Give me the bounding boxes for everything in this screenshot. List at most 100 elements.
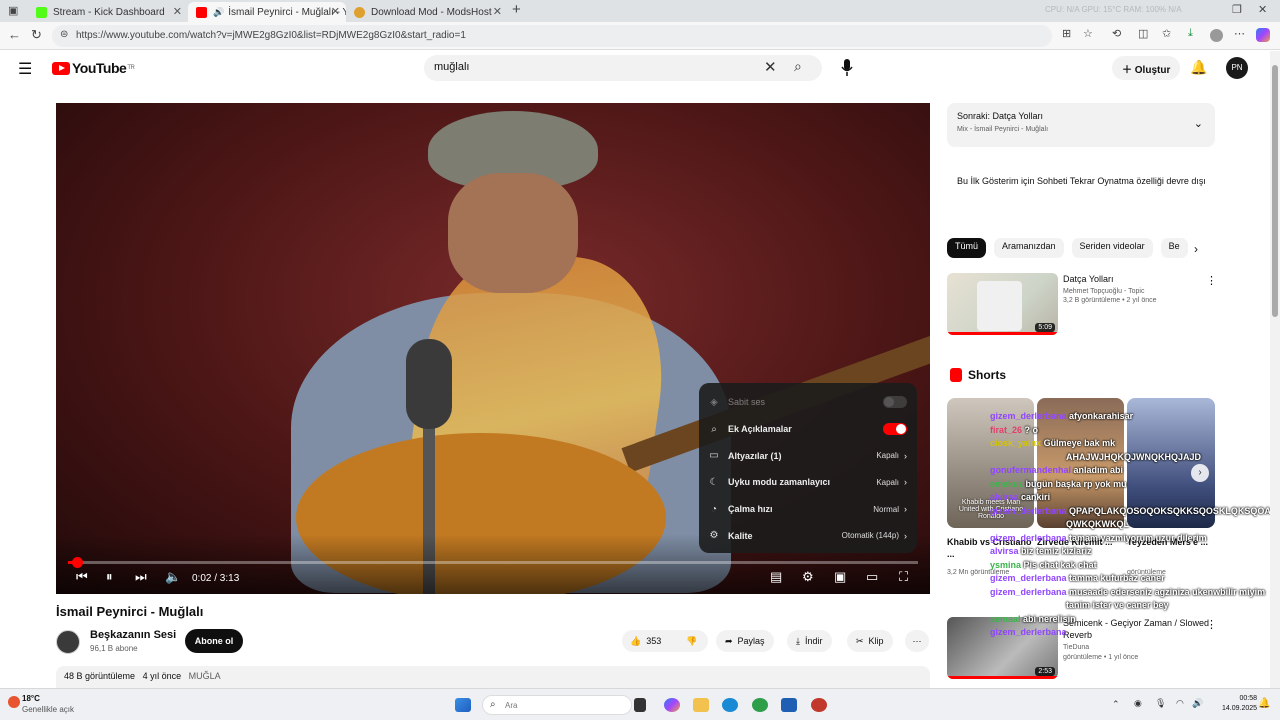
video-player[interactable]: ◈ Sabit ses ⌕ Ek Açıklamalar ▭ Altyazıla…: [56, 103, 930, 594]
window-menu-icon[interactable]: ▣: [8, 4, 18, 17]
tab-youtube[interactable]: 🔊 İsmail Peynirci - Muğlalı - Yo ✕: [188, 2, 346, 22]
task-view-icon[interactable]: [634, 698, 646, 712]
recommended-meta: görüntüleme • 1 yıl önce: [1063, 654, 1139, 661]
url-field[interactable]: ⊜ https://www.youtube.com/watch?v=jMWE2g…: [52, 25, 1052, 47]
favorite-star-icon[interactable]: ☆: [1083, 27, 1093, 40]
settings-gear-icon[interactable]: ⚙: [802, 569, 814, 585]
like-button[interactable]: 👍 353: [622, 630, 678, 652]
thumbs-up-icon: 👍: [630, 635, 642, 646]
favorites-icon[interactable]: ✩: [1162, 27, 1171, 40]
subtitles-button-icon[interactable]: ▤: [770, 569, 782, 585]
playlist-next-box[interactable]: Sonraki: Datça Yolları Mix - İsmail Peyn…: [947, 103, 1215, 147]
menu-item-subtitles[interactable]: ▭ Altyazılar (1) Kapalı ›: [699, 442, 917, 469]
channel-name[interactable]: Beşkazanın Sesi: [90, 629, 176, 641]
recommended-thumbnail[interactable]: 5:09: [947, 273, 1058, 335]
copilot-icon[interactable]: [1256, 28, 1270, 42]
chip-all[interactable]: Tümü: [947, 238, 987, 258]
menu-icon[interactable]: ☰: [18, 59, 32, 79]
microphone-icon[interactable]: [840, 58, 854, 78]
copilot-icon[interactable]: [664, 698, 680, 712]
weather-widget[interactable]: 18°C Genellikle açık: [22, 693, 74, 715]
youtube-logo[interactable]: YouTube TR: [52, 60, 135, 76]
tray-app-icon[interactable]: ◉: [1134, 698, 1142, 709]
restore-icon[interactable]: ❐: [1232, 3, 1242, 16]
fullscreen-icon[interactable]: ⛶: [899, 569, 908, 585]
menu-item-stable-volume[interactable]: ◈ Sabit ses: [699, 389, 917, 416]
downloads-icon[interactable]: ⤓: [1188, 27, 1193, 40]
close-window-icon[interactable]: ✕: [1258, 3, 1267, 16]
tray-chevron-icon[interactable]: ⌃: [1112, 699, 1120, 710]
previous-icon[interactable]: ⏮: [76, 569, 88, 585]
tab-modshost[interactable]: Download Mod - ModsHost ✕: [346, 2, 508, 22]
edge-icon[interactable]: [722, 698, 738, 712]
close-icon[interactable]: ✕: [173, 5, 182, 18]
clear-search-icon[interactable]: ✕: [764, 58, 777, 76]
download-button[interactable]: ⤓ İndir: [787, 630, 832, 652]
scrollbar-thumb[interactable]: [1272, 65, 1278, 317]
page-scrollbar[interactable]: [1270, 51, 1280, 688]
scrubber-handle[interactable]: [71, 557, 83, 568]
recommended-info[interactable]: Datça Yolları Mehmet Topçuoğlu - Topic 3…: [1063, 274, 1213, 304]
volume-tray-icon[interactable]: 🔊: [1192, 698, 1203, 709]
channel-avatar[interactable]: [56, 630, 80, 654]
share-button[interactable]: ➦ Paylaş: [716, 630, 774, 652]
tab-kick-dashboard[interactable]: Stream - Kick Dashboard ✕: [28, 2, 188, 22]
red-app-icon[interactable]: [811, 698, 827, 712]
start-icon[interactable]: [455, 698, 471, 712]
volume-icon[interactable]: 🔈: [165, 569, 181, 585]
chat-message: alvirsa biz temiz kizlariz: [990, 546, 1092, 556]
more-icon[interactable]: ⋯: [1234, 27, 1245, 40]
chevron-right-icon[interactable]: ›: [1194, 242, 1198, 256]
menu-item-sleep-timer[interactable]: ☾ Uyku modu zamanlayıcı Kapalı ›: [699, 469, 917, 496]
kebab-menu-icon[interactable]: ⋮: [1206, 274, 1217, 287]
split-screen-icon[interactable]: ◫: [1138, 27, 1148, 40]
microphone-tray-icon[interactable]: 🎙: [1155, 698, 1166, 709]
next-icon[interactable]: ⏭: [135, 569, 147, 585]
back-icon[interactable]: ←: [8, 27, 21, 42]
chat-message: ysmina Pis chat kak chat: [990, 559, 1097, 570]
weather-text: Genellikle açık: [22, 705, 75, 714]
create-button[interactable]: ＋ Oluştur: [1112, 56, 1181, 80]
hashtag[interactable]: MUĞLA: [189, 671, 221, 681]
subscribe-button[interactable]: Abone ol: [185, 629, 243, 653]
system-clock[interactable]: 00:58 14.09.2025: [1222, 694, 1257, 714]
chip-series[interactable]: Seriden videolar: [1071, 238, 1153, 258]
stable-volume-toggle[interactable]: [883, 396, 907, 409]
green-app-icon[interactable]: [752, 698, 768, 712]
wifi-icon[interactable]: ◠: [1176, 698, 1184, 709]
search-icon[interactable]: ⌕: [794, 58, 802, 75]
chip-from-search[interactable]: Aramanızdan: [994, 238, 1064, 258]
menu-item-annotations[interactable]: ⌕ Ek Açıklamalar: [699, 416, 917, 443]
speaker-icon[interactable]: 🔊: [213, 7, 224, 18]
youtube-play-icon: [52, 61, 70, 75]
new-tab-button[interactable]: +: [512, 1, 521, 18]
sync-icon[interactable]: ⟲: [1112, 27, 1121, 40]
chat-message: QWKQKWKQL: [1066, 519, 1129, 529]
clip-button[interactable]: ✂ Klip: [847, 630, 893, 652]
site-info-icon[interactable]: ⊜: [60, 29, 68, 40]
avatar[interactable]: PN: [1226, 57, 1248, 79]
store-icon[interactable]: [781, 698, 797, 712]
chip-more[interactable]: Be: [1160, 238, 1188, 258]
progress-bar[interactable]: [68, 557, 918, 568]
chevron-down-icon[interactable]: ⌄: [1194, 117, 1203, 130]
clock-date: 14.09.2025: [1222, 705, 1258, 712]
notifications-bell-icon[interactable]: 🔔: [1190, 59, 1207, 76]
search-input[interactable]: muğlalı ✕ ⌕: [424, 55, 822, 81]
theater-mode-icon[interactable]: ▭: [866, 569, 878, 585]
menu-item-quality[interactable]: ⚙ Kalite Otomatik (144p) ›: [699, 522, 917, 549]
more-actions-button[interactable]: ⋯: [905, 630, 929, 652]
file-explorer-icon[interactable]: [693, 698, 709, 712]
refresh-icon[interactable]: ↻: [31, 27, 42, 43]
menu-item-playback-speed[interactable]: ◔ Çalma hızı Normal ›: [699, 496, 917, 523]
close-icon[interactable]: ✕: [493, 5, 502, 18]
notification-center-icon[interactable]: 🔔: [1258, 698, 1270, 709]
close-icon[interactable]: ✕: [331, 5, 340, 18]
miniplayer-icon[interactable]: ▣: [834, 569, 846, 585]
profile-icon[interactable]: [1210, 29, 1223, 42]
app-icon[interactable]: ⊞: [1062, 27, 1071, 40]
annotations-toggle[interactable]: [883, 423, 907, 436]
pause-icon[interactable]: ⏸: [106, 569, 113, 585]
taskbar-search[interactable]: ⌕ Ara: [482, 695, 632, 715]
dislike-button[interactable]: 👎: [678, 630, 708, 652]
